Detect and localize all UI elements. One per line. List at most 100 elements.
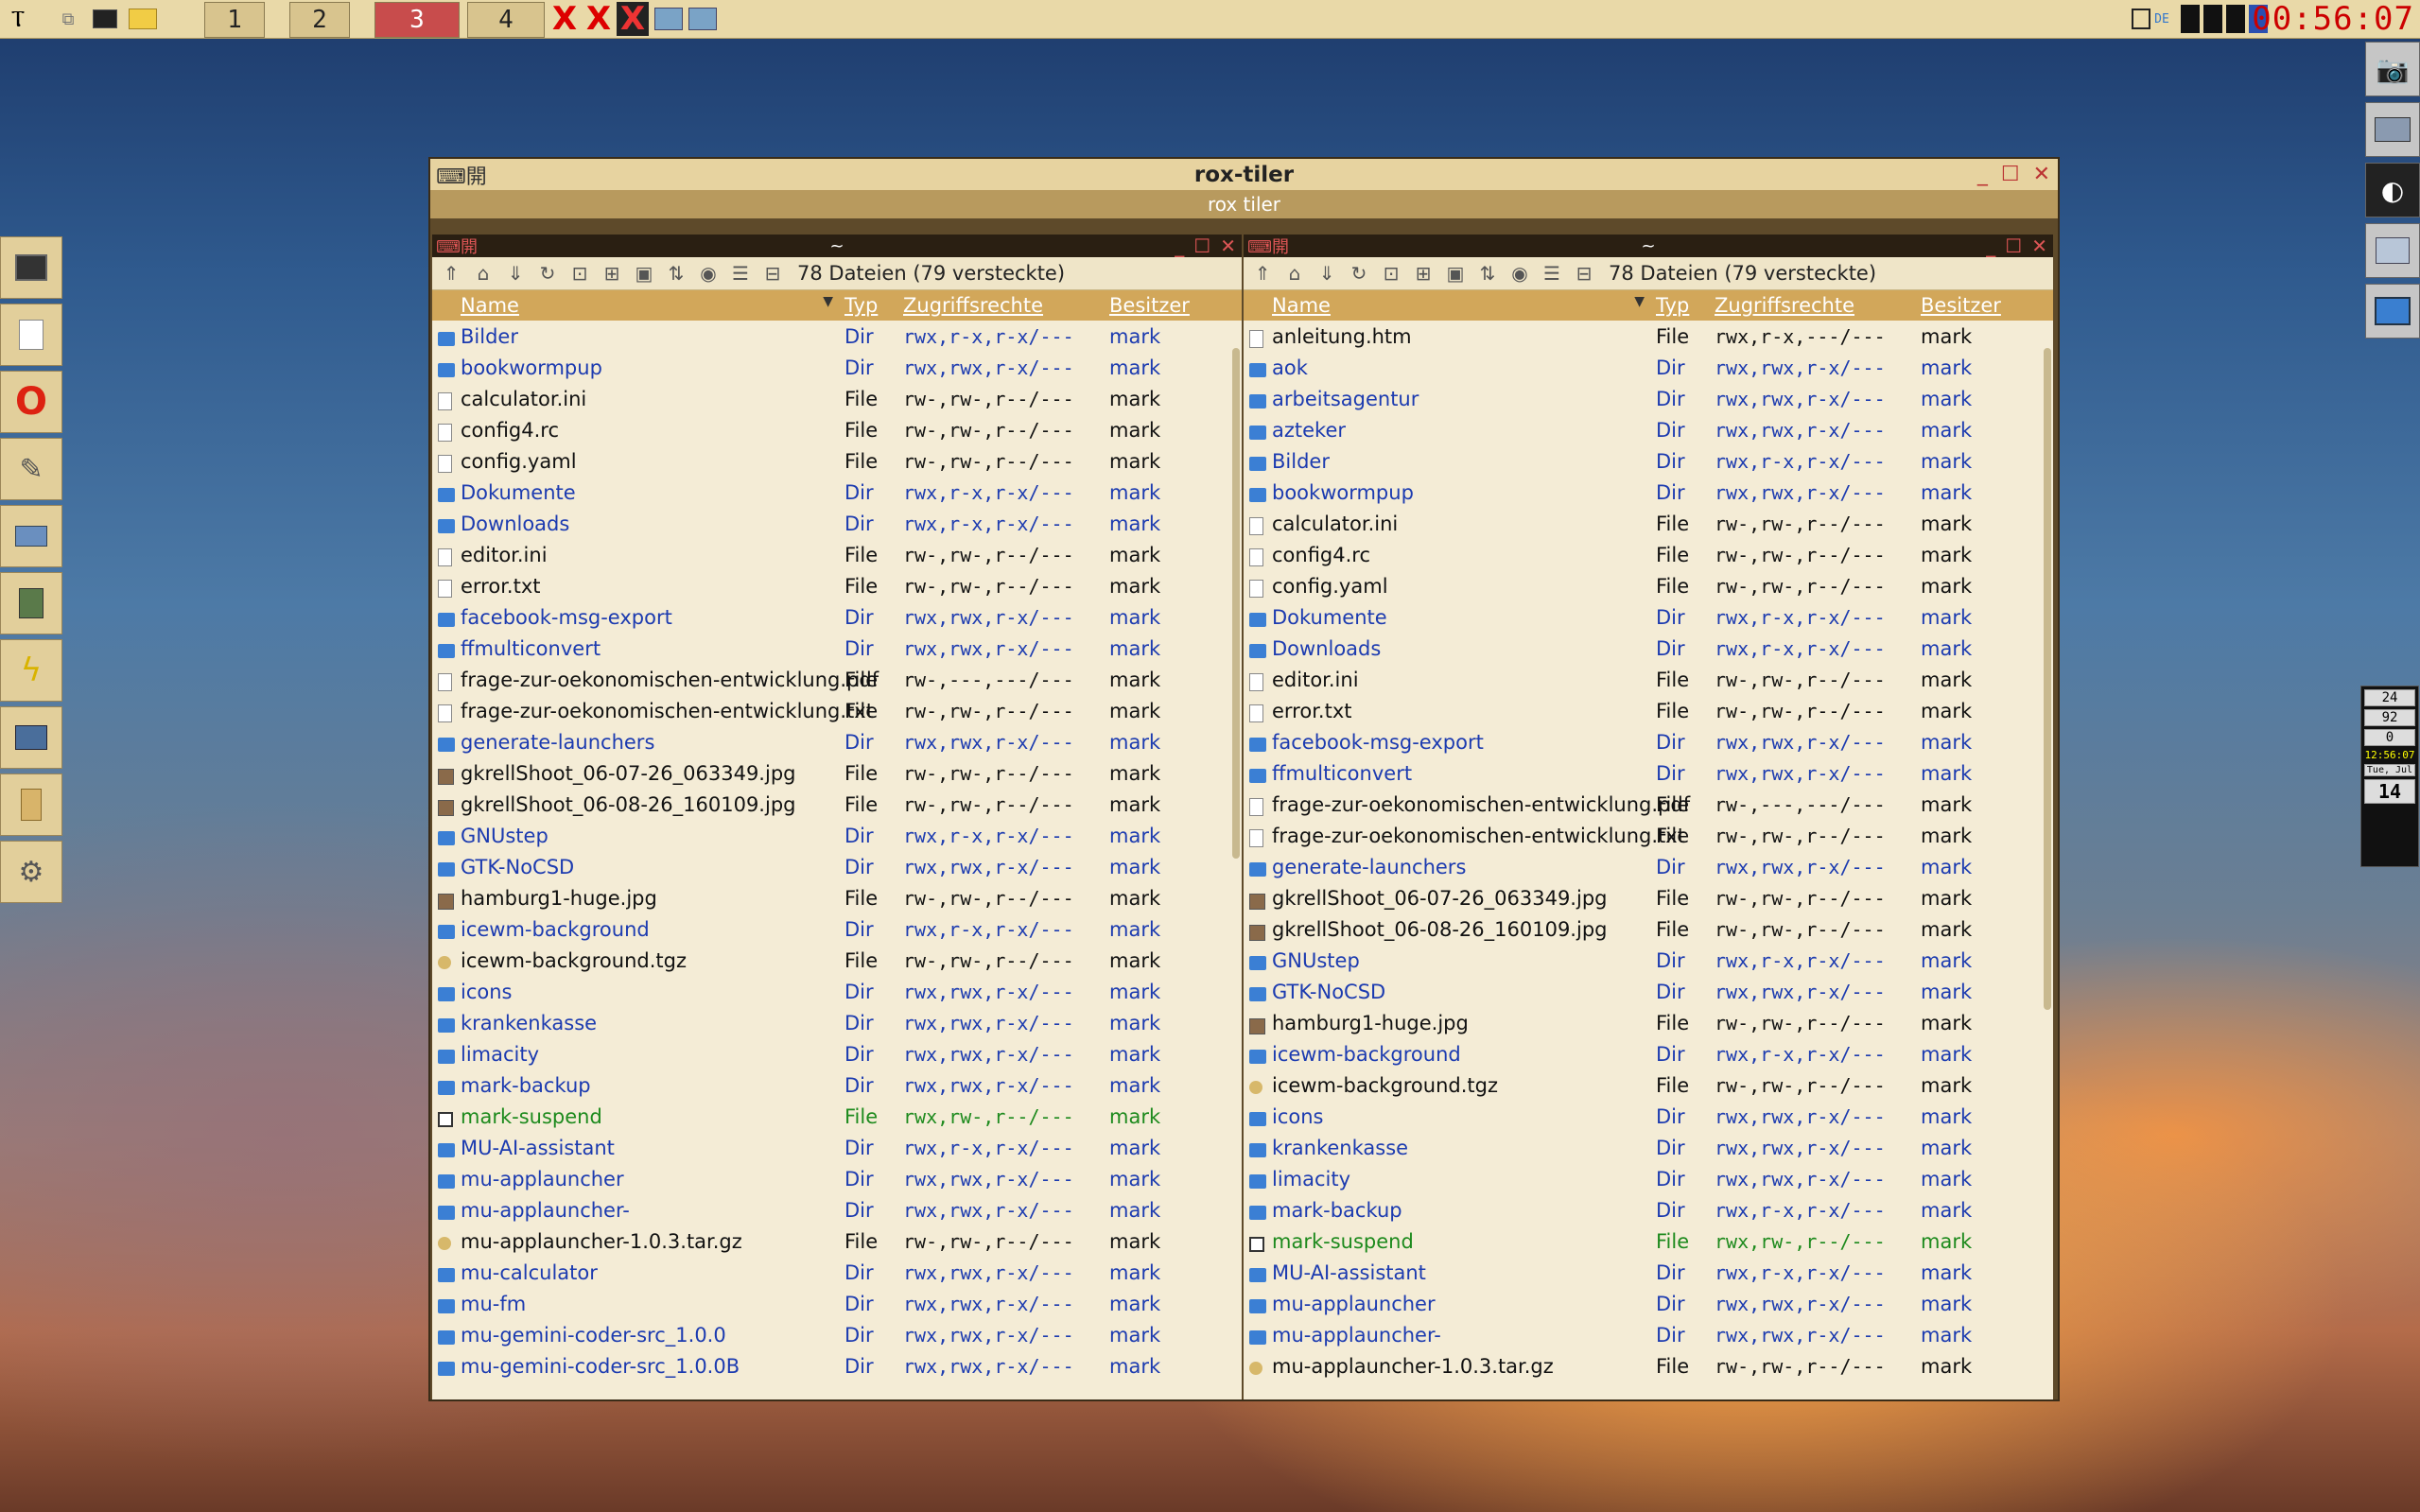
file-row[interactable]: ffmulticonvert Dir rwx,rwx,r-x/--- mark xyxy=(432,633,1242,664)
view-icon[interactable]: ▣ xyxy=(631,262,657,285)
file-row[interactable]: limacity Dir rwx,rwx,r-x/--- mark xyxy=(432,1038,1242,1069)
header-perm[interactable]: Zugriffsrechte xyxy=(897,294,1104,317)
file-row[interactable]: MU-AI-assistant Dir rwx,r-x,r-x/--- mark xyxy=(432,1132,1242,1163)
file-row[interactable]: mark-backup Dir rwx,r-x,r-x/--- mark xyxy=(1244,1194,2053,1225)
gimp-icon[interactable]: ✎ xyxy=(0,438,62,500)
view-icon[interactable]: ▣ xyxy=(1442,262,1469,285)
pane-close-icon[interactable]: ✕ xyxy=(2031,235,2047,257)
door-icon[interactable] xyxy=(0,773,62,836)
file-row[interactable]: gkrellShoot_06-07-26_063349.jpg File rw-,r… xyxy=(432,757,1242,789)
file-row[interactable]: error.txt File rw-,rw-,r--/--- mark xyxy=(432,570,1242,601)
file-row[interactable]: hamburg1-huge.jpg File rw-,rw-,r--/--- mark xyxy=(1244,1007,2053,1038)
file-row[interactable]: frage-zur-oekonomischen-entwicklung.pdf F… xyxy=(1244,789,2053,820)
pane-minimize-icon[interactable]: _ xyxy=(1175,235,1184,257)
file-row[interactable]: frage-zur-oekonomischen-entwicklung.txt F… xyxy=(432,695,1242,726)
file-row[interactable]: ffmulticonvert Dir rwx,rwx,r-x/--- mark xyxy=(1244,757,2053,789)
workspace-3[interactable]: 3 xyxy=(374,2,460,38)
down-icon[interactable]: ⇓ xyxy=(502,262,529,285)
folder-icon[interactable] xyxy=(127,2,159,36)
keyboard-lang[interactable]: DE xyxy=(2154,12,2169,26)
file-row[interactable]: GTK-NoCSD Dir rwx,rwx,r-x/--- mark xyxy=(432,851,1242,882)
start-menu-button[interactable]: Ⲧ xyxy=(4,2,32,36)
close-window-icon[interactable]: X xyxy=(548,0,581,38)
pane-titlebar[interactable]: ⌨開 ~ _ ☐ ✕ xyxy=(432,235,1242,257)
header-name[interactable]: Name ▼ xyxy=(432,294,839,317)
scrollbar[interactable] xyxy=(2044,348,2051,1010)
settings-tools-icon[interactable]: ⚙ xyxy=(0,841,62,903)
file-row[interactable]: GTK-NoCSD Dir rwx,rwx,r-x/--- mark xyxy=(1244,976,2053,1007)
zoom-icon[interactable]: ⊡ xyxy=(1378,262,1404,285)
close-window-icon-3[interactable]: X xyxy=(617,0,649,38)
lightning-icon[interactable]: ϟ xyxy=(0,639,62,702)
pane-minimize-icon[interactable]: _ xyxy=(1986,235,1995,257)
header-owner[interactable]: Besitzer xyxy=(1915,294,2010,317)
file-row[interactable]: hamburg1-huge.jpg File rw-,rw-,r--/--- mark xyxy=(432,882,1242,913)
pane-maximize-icon[interactable]: ☐ xyxy=(1193,235,1210,257)
file-row[interactable]: gkrellShoot_06-08-26_160109.jpg File rw-,r… xyxy=(432,789,1242,820)
details-icon[interactable]: ☰ xyxy=(727,262,754,285)
file-row[interactable]: icewm-background.tgz File rw-,rw-,r--/--- m… xyxy=(432,945,1242,976)
show-desktop-icon[interactable]: ⧉ xyxy=(57,2,79,36)
file-row[interactable]: anleitung.htm File rwx,r-x,---/--- mark xyxy=(1244,321,2053,352)
file-row[interactable]: mu-applauncher-1.0.3.tar.gz File rw-,rw-,r… xyxy=(1244,1350,2053,1382)
file-row[interactable]: Bilder Dir rwx,r-x,r-x/--- mark xyxy=(1244,445,2053,477)
file-row[interactable]: GNUstep Dir rwx,r-x,r-x/--- mark xyxy=(432,820,1242,851)
file-row[interactable]: config4.rc File rw-,rw-,r--/--- mark xyxy=(432,414,1242,445)
file-row[interactable]: icons Dir rwx,rwx,r-x/--- mark xyxy=(1244,1101,2053,1132)
select-icon[interactable]: ⊟ xyxy=(759,262,786,285)
home-icon[interactable]: ⌂ xyxy=(1281,262,1308,285)
pane-menu-icon[interactable]: ⌨開 xyxy=(436,235,478,258)
window-manager-icon[interactable] xyxy=(2365,223,2420,278)
file-row[interactable]: config.yaml File rw-,rw-,r--/--- mark xyxy=(1244,570,2053,601)
maximize-icon[interactable]: ☐ xyxy=(2001,163,2020,186)
down-icon[interactable]: ⇓ xyxy=(1314,262,1340,285)
file-row[interactable]: icons Dir rwx,rwx,r-x/--- mark xyxy=(432,976,1242,1007)
image-viewer-icon[interactable] xyxy=(0,706,62,769)
zoom-icon[interactable]: ⊡ xyxy=(566,262,593,285)
up-icon[interactable]: ⇑ xyxy=(1249,262,1276,285)
file-row[interactable]: config.yaml File rw-,rw-,r--/--- mark xyxy=(432,445,1242,477)
file-row[interactable]: GNUstep Dir rwx,r-x,r-x/--- mark xyxy=(1244,945,2053,976)
window-titlebar[interactable]: ⌨開 rox-tiler _ ☐ ✕ xyxy=(430,159,2058,190)
file-row[interactable]: icewm-background.tgz File rw-,rw-,r--/--- m… xyxy=(1244,1069,2053,1101)
text-editor-icon[interactable] xyxy=(0,304,62,366)
file-row[interactable]: krankenkasse Dir rwx,rwx,r-x/--- mark xyxy=(1244,1132,2053,1163)
file-row[interactable]: editor.ini File rw-,rw-,r--/--- mark xyxy=(432,539,1242,570)
up-icon[interactable]: ⇑ xyxy=(438,262,464,285)
sort-icon[interactable]: ⇅ xyxy=(1474,262,1501,285)
file-row[interactable]: error.txt File rw-,rw-,r--/--- mark xyxy=(1244,695,2053,726)
calculator-icon[interactable] xyxy=(0,572,62,634)
sort-icon[interactable]: ⇅ xyxy=(663,262,689,285)
home-icon[interactable]: ⌂ xyxy=(470,262,496,285)
file-row[interactable]: mu-calculator Dir rwx,rwx,r-x/--- mark xyxy=(432,1257,1242,1288)
file-row[interactable]: gkrellShoot_06-07-26_063349.jpg File rw-,r… xyxy=(1244,882,2053,913)
window-task-icon-2[interactable] xyxy=(687,2,719,36)
scrollbar[interactable] xyxy=(1232,348,1240,859)
pane-maximize-icon[interactable]: ☐ xyxy=(2005,235,2022,257)
terminal-icon[interactable] xyxy=(91,2,119,36)
workspace-1[interactable]: 1 xyxy=(204,2,265,38)
contrast-icon[interactable]: ◐ xyxy=(2365,163,2420,217)
file-row[interactable]: aok Dir rwx,rwx,r-x/--- mark xyxy=(1244,352,2053,383)
file-row[interactable]: bookwormpup Dir rwx,rwx,r-x/--- mark xyxy=(432,352,1242,383)
header-name[interactable]: Name ▼ xyxy=(1244,294,1650,317)
scale-icon[interactable]: ⊞ xyxy=(599,262,625,285)
opera-browser-icon[interactable]: O xyxy=(0,371,62,433)
file-row[interactable]: mu-applauncher-1.0.3.tar.gz File rw-,rw-,r… xyxy=(432,1225,1242,1257)
file-row[interactable]: mu-applauncher- Dir rwx,rwx,r-x/--- mark xyxy=(432,1194,1242,1225)
file-row[interactable]: icewm-background Dir rwx,r-x,r-x/--- mark xyxy=(1244,1038,2053,1069)
file-row[interactable]: facebook-msg-export Dir rwx,rwx,r-x/--- mar… xyxy=(1244,726,2053,757)
file-row[interactable]: MU-AI-assistant Dir rwx,r-x,r-x/--- mark xyxy=(1244,1257,2053,1288)
file-row[interactable]: mu-applauncher Dir rwx,rwx,r-x/--- mark xyxy=(432,1163,1242,1194)
workspace-2[interactable]: 2 xyxy=(289,2,350,38)
file-row[interactable]: Bilder Dir rwx,r-x,r-x/--- mark xyxy=(432,321,1242,352)
header-perm[interactable]: Zugriffsrechte xyxy=(1709,294,1915,317)
close-window-icon-2[interactable]: X xyxy=(583,0,615,38)
file-row[interactable]: mu-fm Dir rwx,rwx,r-x/--- mark xyxy=(432,1288,1242,1319)
file-row[interactable]: frage-zur-oekonomischen-entwicklung.pdf F… xyxy=(432,664,1242,695)
pane-titlebar[interactable]: ⌨開 ~ _ ☐ ✕ xyxy=(1244,235,2053,257)
file-row[interactable]: calculator.ini File rw-,rw-,r--/--- mark xyxy=(432,383,1242,414)
file-row[interactable]: Downloads Dir rwx,r-x,r-x/--- mark xyxy=(432,508,1242,539)
refresh-icon[interactable]: ↻ xyxy=(1346,262,1372,285)
file-row[interactable]: azteker Dir rwx,rwx,r-x/--- mark xyxy=(1244,414,2053,445)
